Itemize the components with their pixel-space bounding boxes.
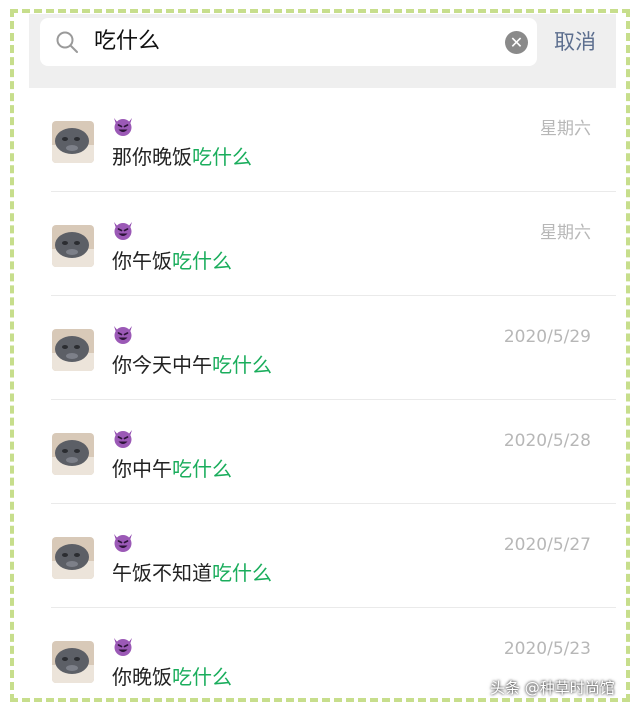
search-results-list: 那你晚饭吃什么 星期六 你午饭吃什么 星期六 你今天中午吃什么 2020/5/2… xyxy=(29,88,616,698)
smiling-devil-icon xyxy=(114,118,132,136)
avatar xyxy=(52,225,94,267)
avatar xyxy=(52,121,94,163)
keyword-highlight: 吃什么 xyxy=(172,457,232,481)
smiling-devil-icon xyxy=(114,326,132,344)
avatar xyxy=(52,433,94,475)
result-row[interactable]: 你午饭吃什么 星期六 xyxy=(29,192,616,296)
avatar xyxy=(52,641,94,683)
cancel-button[interactable]: 取消 xyxy=(554,28,596,56)
search-input[interactable]: 吃什么 ✕ xyxy=(40,18,537,66)
keyword-highlight: 吃什么 xyxy=(172,665,232,689)
message-snippet: 那你晚饭吃什么 xyxy=(112,145,252,169)
message-snippet: 你午饭吃什么 xyxy=(112,249,232,273)
search-query: 吃什么 xyxy=(94,29,161,54)
watermark: 头条 @种草时尚馆 xyxy=(490,679,615,697)
smiling-devil-icon xyxy=(114,534,132,552)
message-date: 2020/5/28 xyxy=(503,431,591,451)
search-icon xyxy=(56,31,78,53)
message-snippet: 你中午吃什么 xyxy=(112,457,232,481)
message-snippet: 你今天中午吃什么 xyxy=(112,353,272,377)
keyword-highlight: 吃什么 xyxy=(172,249,232,273)
message-snippet: 你晚饭吃什么 xyxy=(112,665,232,689)
smiling-devil-icon xyxy=(114,638,132,656)
message-date: 2020/5/29 xyxy=(503,327,591,347)
result-row[interactable]: 你中午吃什么 2020/5/28 xyxy=(29,400,616,504)
message-date: 星期六 xyxy=(540,119,591,139)
result-row[interactable]: 那你晚饭吃什么 星期六 xyxy=(29,88,616,192)
message-date: 星期六 xyxy=(540,223,591,243)
smiling-devil-icon xyxy=(114,430,132,448)
avatar xyxy=(52,537,94,579)
smiling-devil-icon xyxy=(114,222,132,240)
keyword-highlight: 吃什么 xyxy=(212,561,272,585)
clear-icon[interactable]: ✕ xyxy=(505,31,528,54)
keyword-highlight: 吃什么 xyxy=(192,145,252,169)
keyword-highlight: 吃什么 xyxy=(212,353,272,377)
result-row[interactable]: 午饭不知道吃什么 2020/5/27 xyxy=(29,504,616,608)
message-snippet: 午饭不知道吃什么 xyxy=(112,561,272,585)
avatar xyxy=(52,329,94,371)
message-date: 2020/5/23 xyxy=(503,639,591,659)
message-date: 2020/5/27 xyxy=(503,535,591,555)
result-row[interactable]: 你今天中午吃什么 2020/5/29 xyxy=(29,296,616,400)
